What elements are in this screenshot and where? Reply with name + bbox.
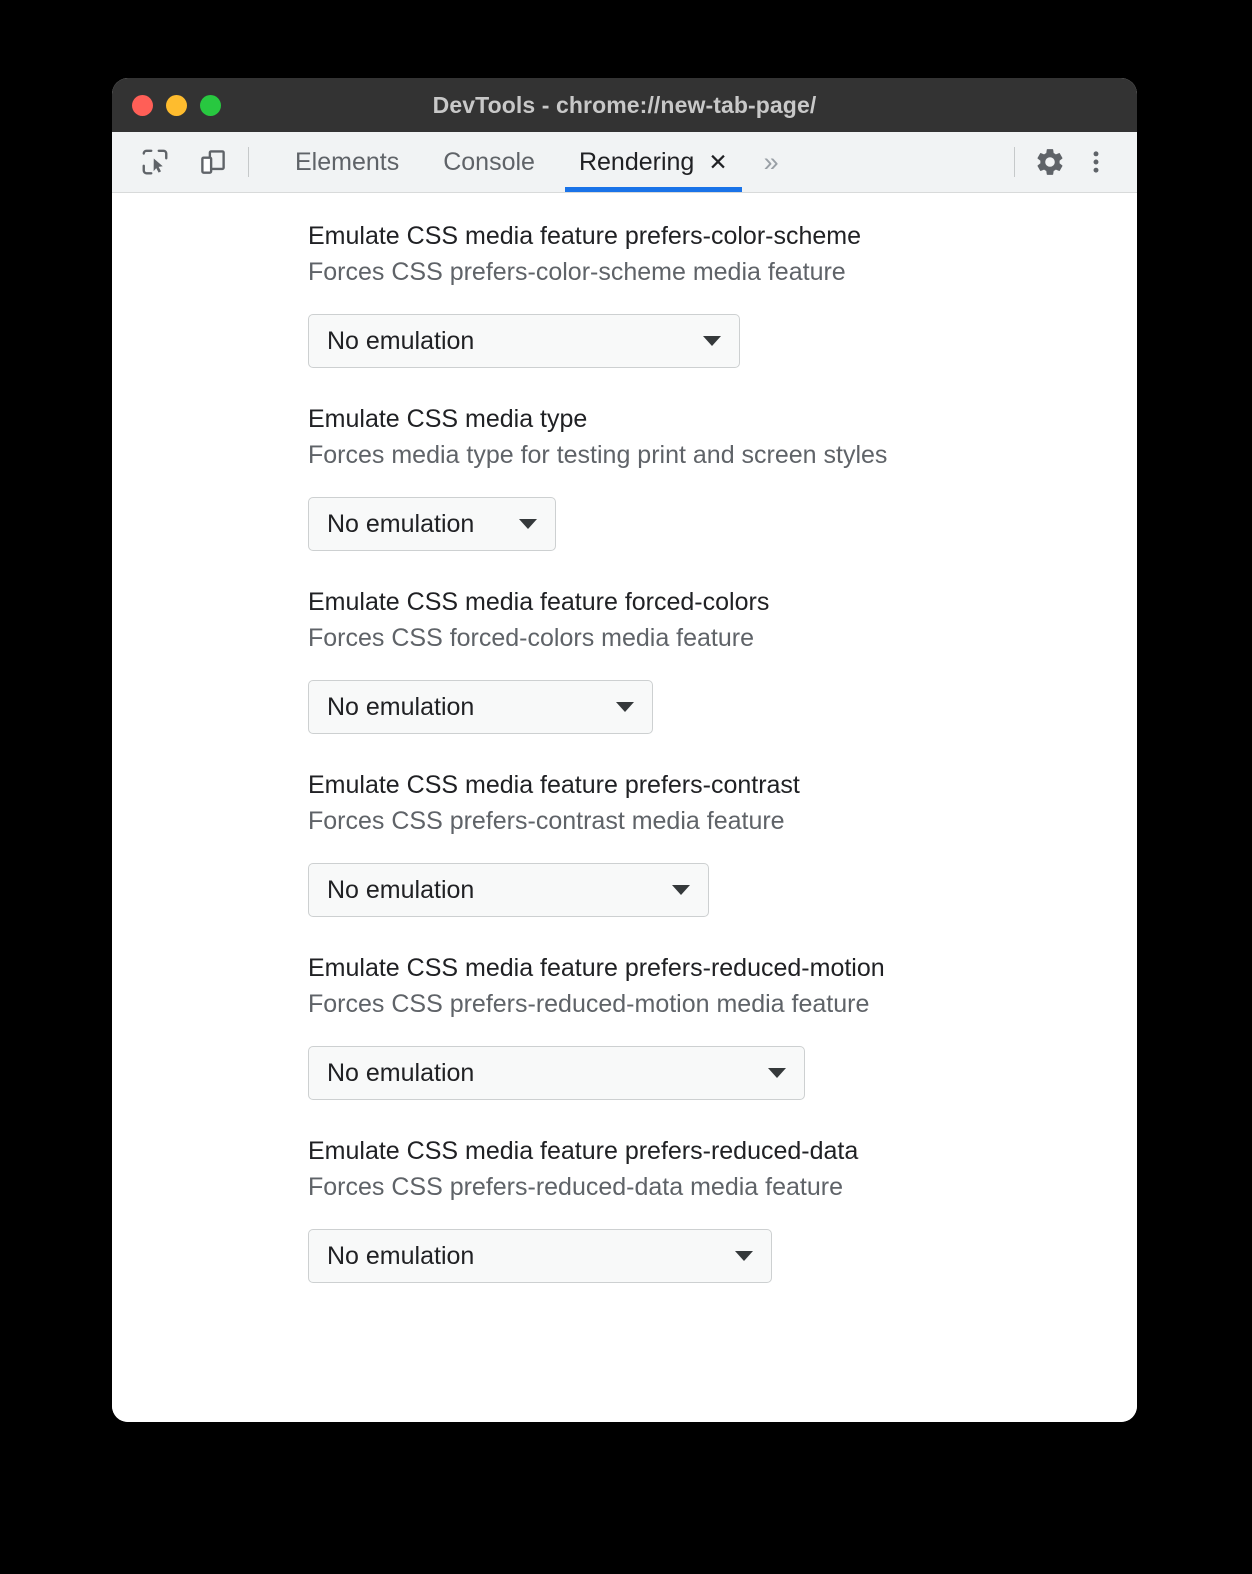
chevron-down-icon [768,1068,786,1078]
prefers-contrast-select[interactable]: No emulation [308,863,709,917]
setting-title: Emulate CSS media feature prefers-color-… [308,222,862,250]
setting-forced-colors: Emulate CSS media feature forced-colors … [112,585,1137,734]
select-value: No emulation [327,875,475,904]
setting-prefers-contrast: Emulate CSS media feature prefers-contra… [112,768,1137,917]
tab-elements-label: Elements [295,147,400,176]
setting-description: Forces CSS prefers-color-scheme media fe… [308,257,846,286]
setting-prefers-reduced-motion: Emulate CSS media feature prefers-reduce… [112,951,1137,1100]
maximize-button[interactable] [200,94,221,116]
gear-icon[interactable] [1027,139,1073,185]
chevron-down-icon [672,885,690,895]
setting-prefers-reduced-data: Emulate CSS media feature prefers-reduce… [112,1134,1137,1283]
setting-prefers-color-scheme: Emulate CSS media feature prefers-color-… [112,219,1137,368]
close-icon[interactable]: ✕ [708,150,727,174]
chevron-down-icon [703,336,721,346]
select-value: No emulation [327,1241,475,1270]
setting-control: No emulation [308,497,1137,551]
setting-description: Forces CSS prefers-reduced-motion media … [308,989,870,1018]
toolbar-divider [248,147,249,177]
setting-control: No emulation [308,1229,1137,1283]
setting-control: No emulation [308,863,1137,917]
inspect-element-icon[interactable] [132,139,178,185]
chevron-down-icon [616,702,634,712]
window-titlebar: DevTools - chrome://new-tab-page/ [112,78,1137,132]
toolbar-icon-group [112,132,236,192]
forced-colors-select[interactable]: No emulation [308,680,653,734]
setting-control: No emulation [308,680,1137,734]
setting-title: Emulate CSS media feature forced-colors [308,588,770,616]
chevron-down-icon [735,1251,753,1261]
chevron-down-icon [519,519,537,529]
setting-control: No emulation [308,1046,1137,1100]
setting-description: Forces CSS prefers-reduced-data media fe… [308,1172,843,1201]
tab-console[interactable]: Console [421,132,557,192]
toolbar-right-group [1002,132,1137,192]
tab-elements[interactable]: Elements [273,132,421,192]
setting-title: Emulate CSS media feature prefers-reduce… [308,954,885,982]
setting-description: Forces CSS prefers-contrast media featur… [308,806,785,835]
select-value: No emulation [327,509,475,538]
prefers-reduced-motion-select[interactable]: No emulation [308,1046,805,1100]
more-tabs-icon[interactable]: » [750,132,793,192]
setting-description: Forces CSS forced-colors media feature [308,623,755,652]
setting-control: No emulation [308,314,1137,368]
setting-title: Emulate CSS media feature prefers-contra… [308,771,800,799]
setting-media-type: Emulate CSS media type Forces media type… [112,402,1137,551]
window-title: DevTools - chrome://new-tab-page/ [432,91,817,118]
select-value: No emulation [327,692,475,721]
media-type-select[interactable]: No emulation [308,497,556,551]
overflow-menu-icon[interactable] [1073,139,1119,185]
devtools-toolbar: Elements Console Rendering ✕ » [112,132,1137,193]
tab-rendering[interactable]: Rendering ✕ [557,132,750,192]
select-value: No emulation [327,326,475,355]
prefers-color-scheme-select[interactable]: No emulation [308,314,740,368]
toolbar-divider-right [1014,147,1015,177]
prefers-reduced-data-select[interactable]: No emulation [308,1229,772,1283]
select-value: No emulation [327,1058,475,1087]
device-toolbar-icon[interactable] [190,139,236,185]
panel-tabs: Elements Console Rendering ✕ » [273,132,793,192]
tab-rendering-label: Rendering [578,147,695,176]
setting-title: Emulate CSS media type [308,405,588,433]
rendering-panel: Emulate CSS media feature prefers-color-… [112,193,1137,1422]
close-button[interactable] [132,94,153,116]
devtools-window: DevTools - chrome://new-tab-page/ Elemen… [112,78,1137,1422]
setting-description: Forces media type for testing print and … [308,440,888,469]
tab-console-label: Console [443,147,535,176]
setting-title: Emulate CSS media feature prefers-reduce… [308,1137,859,1165]
window-controls [132,78,221,132]
minimize-button[interactable] [166,94,187,116]
